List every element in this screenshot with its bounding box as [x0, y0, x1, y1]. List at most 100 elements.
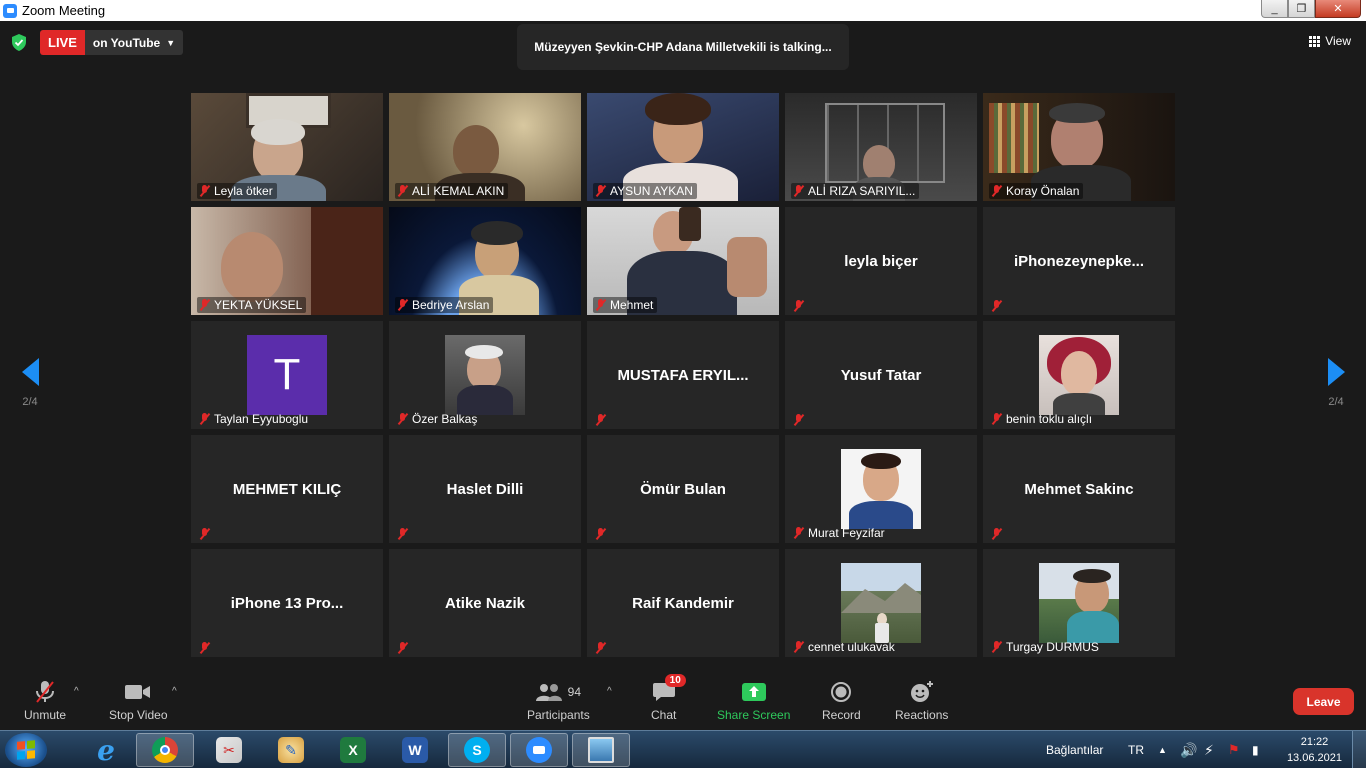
avatar-tile[interactable]: benin toklu alıçlı	[983, 321, 1175, 429]
network-toolbar-label[interactable]: Bağlantılar	[1046, 731, 1103, 768]
system-clock[interactable]: 21:22 13.06.2021	[1287, 734, 1342, 766]
name-tile[interactable]: Atike Nazik	[389, 549, 581, 657]
video-tile[interactable]: YEKTA YÜKSEL	[191, 207, 383, 315]
chat-button[interactable]: 10 Chat	[651, 674, 686, 722]
taskbar-skype[interactable]: S	[448, 733, 506, 767]
participant-label: Turgay DURMUS	[989, 639, 1103, 655]
name-tile[interactable]: leyla biçer	[785, 207, 977, 315]
taskbar-word[interactable]: W	[386, 733, 444, 767]
participant-label: Özer Balkaş	[395, 411, 481, 427]
power-icon[interactable]: ⚡	[1204, 731, 1214, 768]
participant-name: benin toklu alıçlı	[1006, 412, 1093, 426]
mic-muted-icon	[397, 299, 408, 311]
video-tile[interactable]: Bedriye Arslan	[389, 207, 581, 315]
reactions-button[interactable]: Reactions	[895, 680, 948, 722]
participant-label	[395, 527, 412, 541]
view-label: View	[1325, 34, 1351, 48]
name-tile[interactable]: MUSTAFA ERYIL...	[587, 321, 779, 429]
participant-label	[593, 413, 610, 427]
record-icon	[831, 682, 852, 702]
microphone-muted-icon	[36, 681, 55, 703]
paint-palette-icon: ✎	[278, 737, 304, 763]
taskbar-snipping-tool[interactable]: ✂	[200, 733, 258, 767]
prev-page-button[interactable]: 2/4	[15, 358, 45, 408]
participant-label	[395, 641, 412, 655]
participant-label	[989, 527, 1006, 541]
mic-muted-icon	[397, 642, 408, 654]
video-tile[interactable]: ALİ RIZA SARIYIL...	[785, 93, 977, 201]
name-tile[interactable]: iPhone 13 Pro...	[191, 549, 383, 657]
volume-icon[interactable]: 🔊	[1180, 731, 1197, 768]
participant-label: Taylan Eyyuboglu	[197, 411, 312, 427]
leave-button[interactable]: Leave	[1293, 688, 1354, 715]
audio-options-caret-icon[interactable]: ^	[74, 686, 79, 697]
show-desktop-button[interactable]	[1352, 731, 1366, 768]
avatar-tile[interactable]: cennet ulukavak	[785, 549, 977, 657]
arrow-right-icon	[1327, 358, 1345, 386]
name-tile[interactable]: MEHMET KILIÇ	[191, 435, 383, 543]
taskbar-paint[interactable]: ✎	[262, 733, 320, 767]
participants-options-caret-icon[interactable]: ^	[607, 686, 612, 697]
participant-display-name: Ömür Bulan	[640, 480, 726, 498]
language-indicator[interactable]: TR	[1128, 731, 1144, 768]
video-tile[interactable]: Koray Önalan	[983, 93, 1175, 201]
close-button[interactable]: ✕	[1315, 0, 1361, 18]
participant-label: Koray Önalan	[989, 183, 1084, 199]
live-badge: LIVE	[40, 30, 85, 55]
taskbar-photo-viewer[interactable]	[572, 733, 630, 767]
name-tile[interactable]: Haslet Dilli	[389, 435, 581, 543]
participant-name: ALİ RIZA SARIYIL...	[808, 184, 916, 198]
windows-taskbar: e ✂ ✎ X W S Bağlantılar TR ▲ 🔊 ⚡ ⚑ ▮ 21:…	[0, 730, 1366, 768]
mic-muted-icon	[991, 413, 1002, 425]
avatar-tile[interactable]: Murat Feyzifar	[785, 435, 977, 543]
participant-label	[989, 299, 1006, 313]
action-center-flag-icon[interactable]: ⚑	[1228, 731, 1240, 768]
stop-video-button[interactable]: Stop Video	[109, 680, 168, 722]
participants-button[interactable]: 94 Participants	[527, 680, 590, 722]
name-tile[interactable]: Yusuf Tatar	[785, 321, 977, 429]
excel-icon: X	[340, 737, 366, 763]
name-tile[interactable]: Ömür Bulan	[587, 435, 779, 543]
taskbar-zoom[interactable]	[510, 733, 568, 767]
maximize-button[interactable]: ❐	[1288, 0, 1315, 18]
start-button[interactable]	[5, 733, 47, 767]
video-tile[interactable]: Leyla ötker	[191, 93, 383, 201]
name-tile[interactable]: iPhonezeynepke...	[983, 207, 1175, 315]
video-tile[interactable]: AYSUN AYKAN	[587, 93, 779, 201]
page-indicator-left: 2/4	[22, 396, 38, 408]
record-button[interactable]: Record	[822, 680, 861, 722]
video-options-caret-icon[interactable]: ^	[172, 686, 177, 697]
view-button[interactable]: View	[1309, 34, 1351, 48]
video-tile[interactable]: ALİ KEMAL AKIN	[389, 93, 581, 201]
live-target-dropdown[interactable]: on YouTube ▼	[84, 30, 184, 55]
taskbar-internet-explorer[interactable]: e	[77, 733, 135, 767]
tray-expand-icon[interactable]: ▲	[1158, 731, 1167, 768]
security-shield-icon[interactable]	[11, 34, 27, 51]
mic-muted-icon	[793, 414, 804, 426]
taskbar-excel[interactable]: X	[324, 733, 382, 767]
mic-muted-icon	[793, 300, 804, 312]
participant-label	[593, 641, 610, 655]
participant-name: Leyla ötker	[214, 184, 273, 198]
avatar-tile[interactable]: T Taylan Eyyuboglu	[191, 321, 383, 429]
name-tile[interactable]: Raif Kandemir	[587, 549, 779, 657]
avatar-tile[interactable]: Özer Balkaş	[389, 321, 581, 429]
mic-muted-icon	[199, 413, 210, 425]
mic-muted-icon	[793, 527, 804, 539]
next-page-button[interactable]: 2/4	[1321, 358, 1351, 408]
live-stream-indicator[interactable]: LIVE on YouTube ▼	[40, 30, 184, 55]
minimize-button[interactable]: _	[1261, 0, 1288, 18]
participant-label	[197, 641, 214, 655]
video-tile[interactable]: Mehmet	[587, 207, 779, 315]
participant-label	[593, 527, 610, 541]
participant-display-name: Atike Nazik	[444, 594, 526, 612]
share-screen-button[interactable]: Share Screen	[717, 680, 790, 722]
avatar-tile[interactable]: Turgay DURMUS	[983, 549, 1175, 657]
network-signal-icon[interactable]: ▮	[1252, 731, 1259, 768]
skype-icon: S	[464, 737, 490, 763]
participant-name: Turgay DURMUS	[1006, 640, 1099, 654]
participant-display-name: Yusuf Tatar	[840, 366, 922, 384]
name-tile[interactable]: Mehmet Sakinc	[983, 435, 1175, 543]
taskbar-chrome[interactable]	[136, 733, 194, 767]
unmute-button[interactable]: Unmute	[24, 680, 66, 722]
